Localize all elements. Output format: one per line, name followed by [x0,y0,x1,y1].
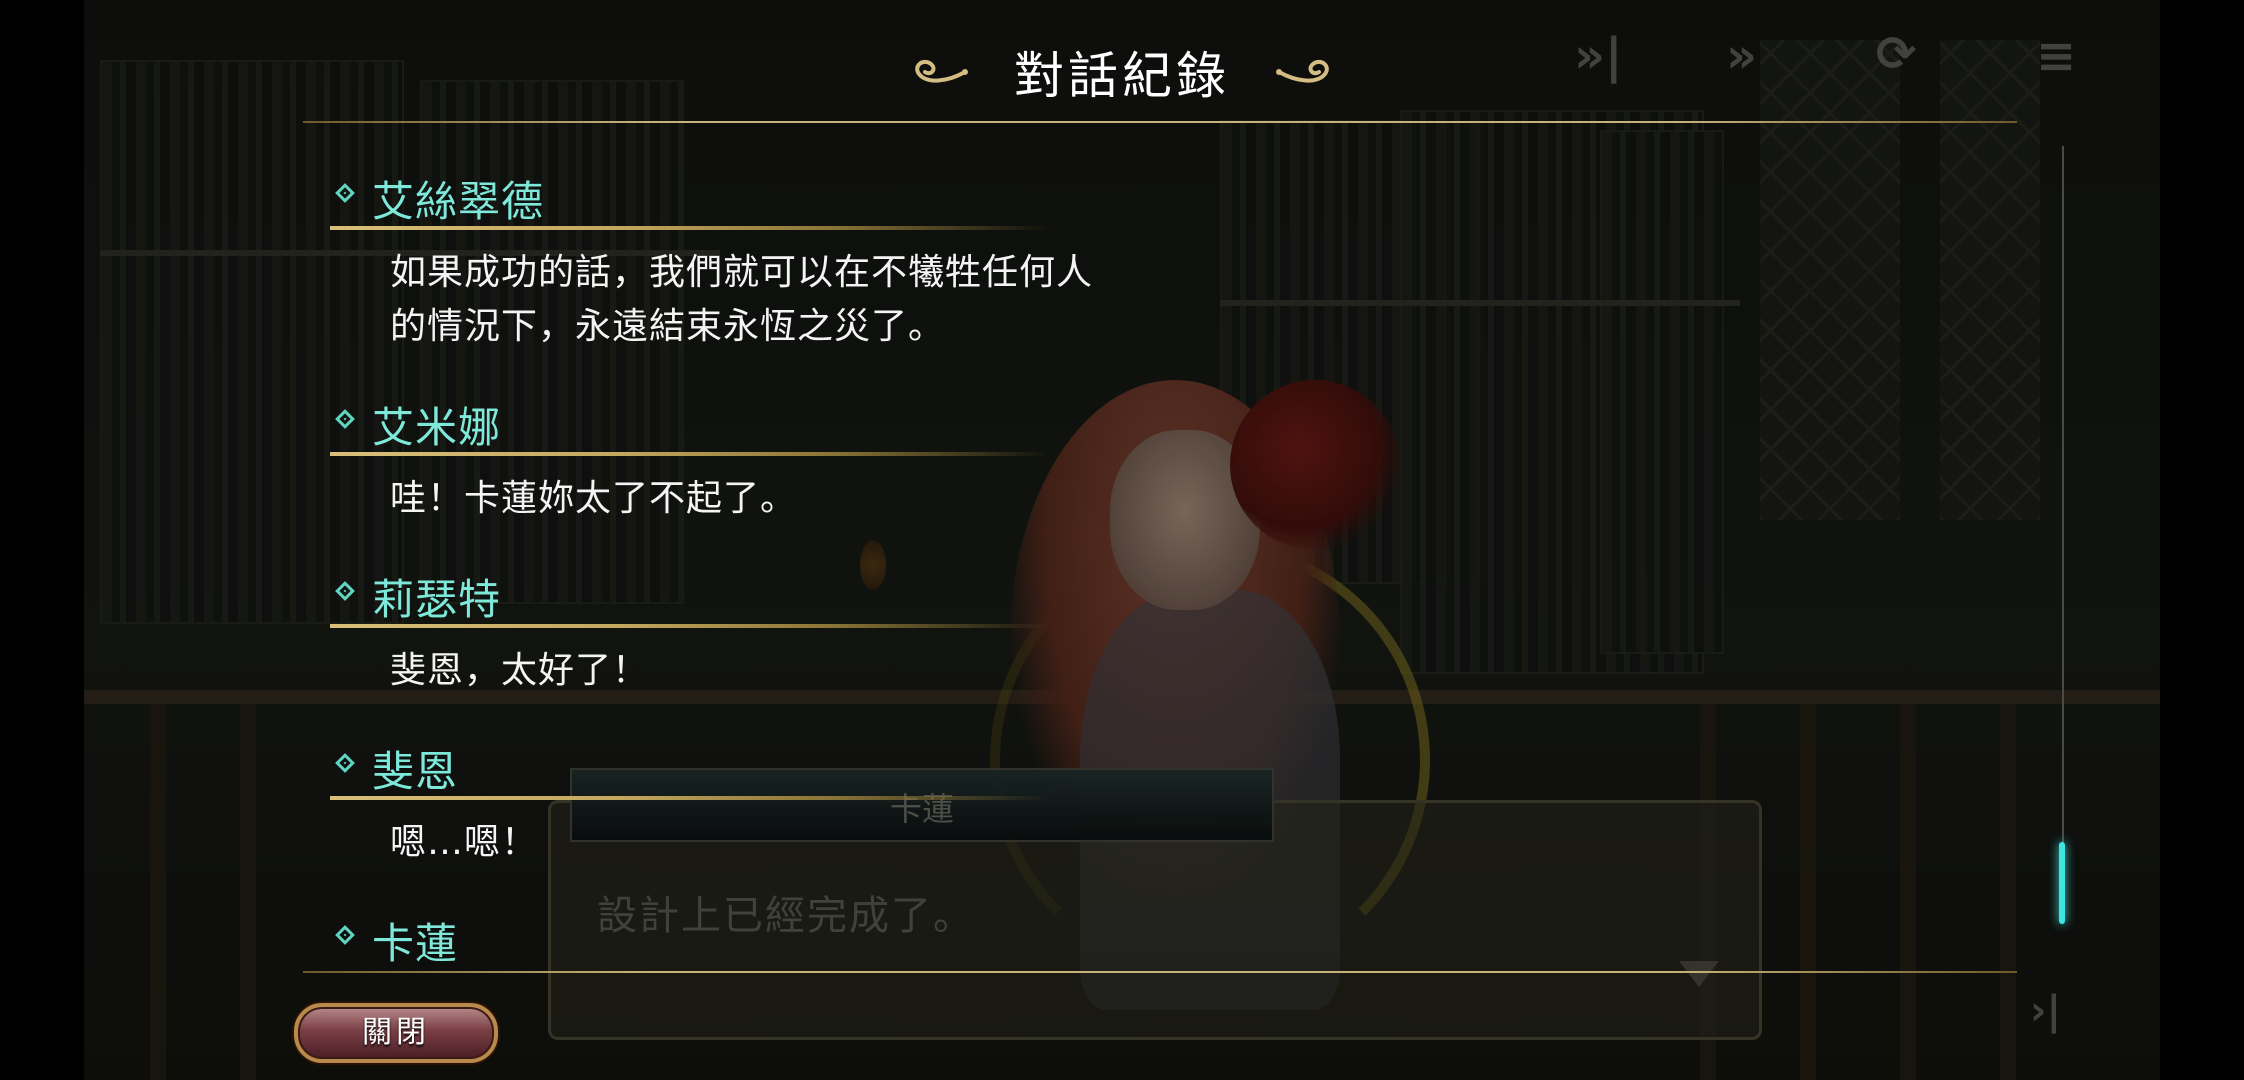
log-entry: 艾米娜 哇！卡蓮妳太了不起了。 [330,396,1630,519]
diamond-bullet-icon [335,753,355,773]
close-button[interactable]: 關閉 [294,1003,498,1063]
log-title: 對話紀錄 [1014,47,1230,105]
speaker-name: 斐恩 [372,747,459,796]
dialogue-log-list[interactable]: 艾絲翠德 如果成功的話，我們就可以在不犧牲任何人 的情況下，永遠結束永恆之災了。… [330,170,1630,968]
log-header: 對話紀錄 [0,36,2244,108]
right-ornament-icon [1276,59,1329,83]
diamond-bullet-icon [335,409,355,429]
diamond-bullet-icon [335,925,355,945]
log-entry: 艾絲翠德 如果成功的話，我們就可以在不犧牲任何人 的情況下，永遠結束永恆之災了。 [330,170,1630,347]
scrollbar-track[interactable] [2062,146,2064,924]
left-ornament-icon [915,59,968,83]
top-divider [303,121,2017,123]
dialogue-line: 嗯…嗯！ [390,822,539,863]
close-button-label: 關閉 [362,1015,430,1050]
speaker-name: 莉瑟特 [372,575,502,624]
speaker-name: 卡蓮 [372,919,459,968]
speaker-name: 艾絲翠德 [372,177,545,226]
dialogue-line: 哇！卡蓮妳太了不起了。 [390,478,798,519]
dialogue-line: 的情況下，永遠結束永恆之災了。 [390,306,946,347]
dialogue-line: 如果成功的話，我們就可以在不犧牲任何人 [390,252,1094,293]
dialogue-line: 斐恩，太好了！ [390,650,650,691]
bottom-divider [303,971,2017,973]
diamond-bullet-icon [335,183,355,203]
log-entry: 卡蓮 [330,912,1630,968]
speaker-name: 艾米娜 [372,403,502,452]
log-entry: 斐恩 嗯…嗯！ [330,740,1630,863]
log-entry: 莉瑟特 斐恩，太好了！ [330,568,1630,691]
scrollbar-thumb[interactable] [2059,842,2065,924]
diamond-bullet-icon [335,581,355,601]
